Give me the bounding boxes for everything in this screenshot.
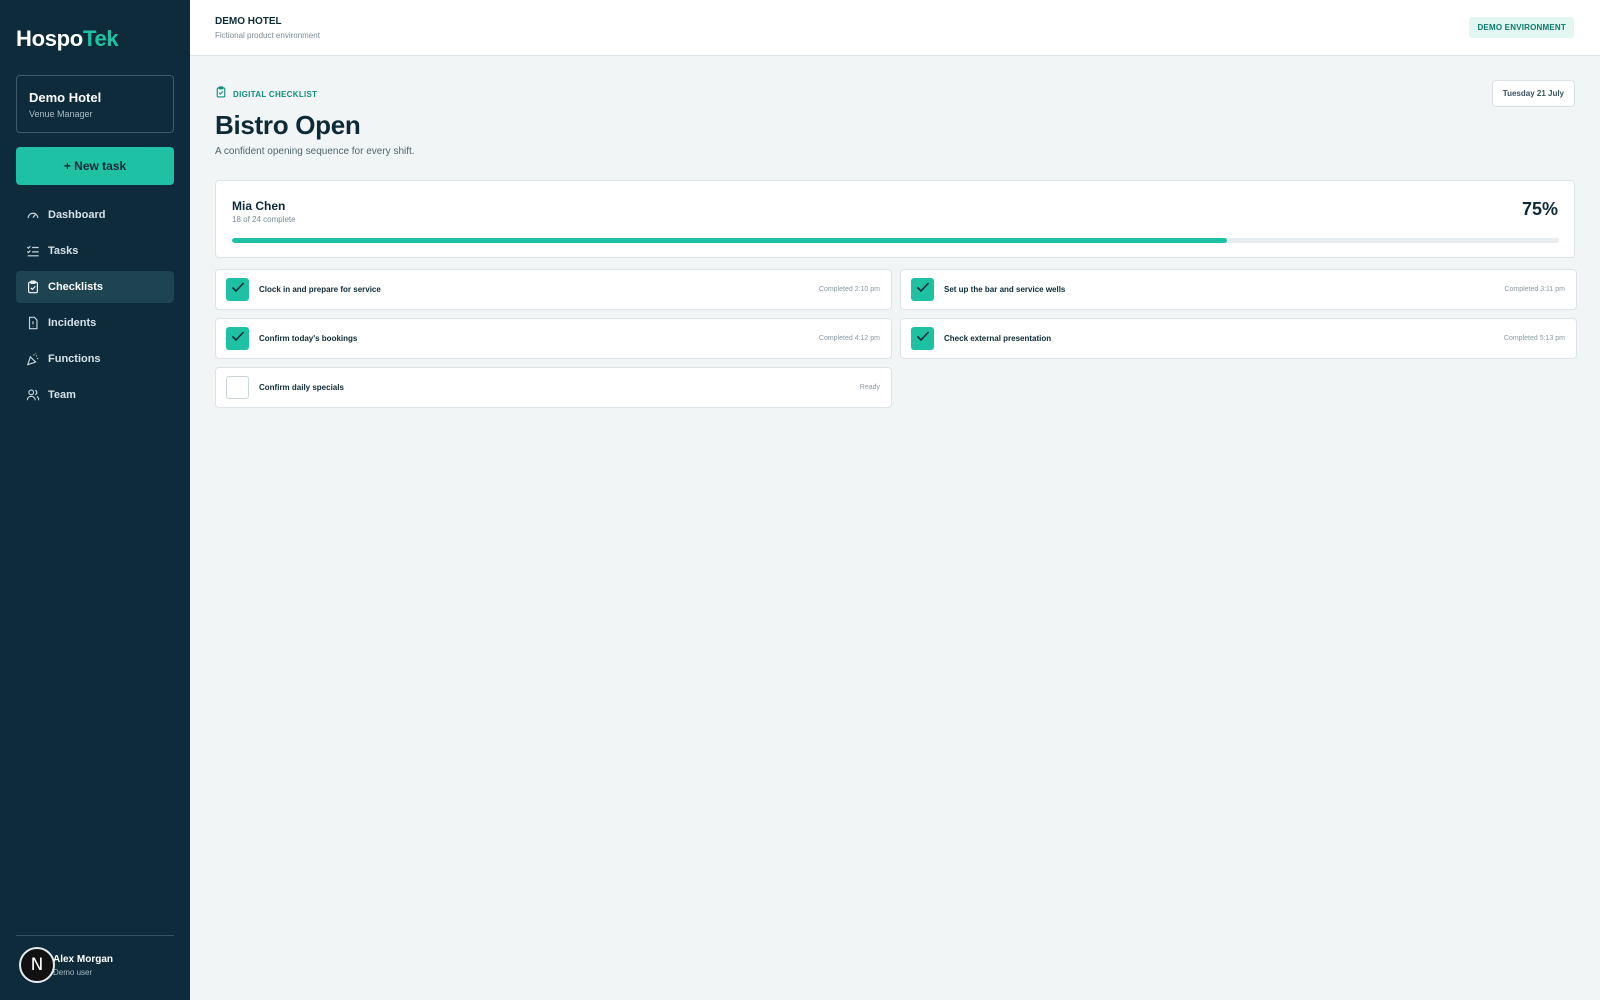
checklist-item-status: Completed 4:12 pm — [818, 335, 880, 342]
venue-role: Venue Manager — [29, 109, 93, 119]
clipboard-check-icon — [26, 280, 40, 294]
check-icon — [230, 328, 246, 349]
sidebar-nav: Dashboard Tasks Checklists Incidents Fun… — [16, 199, 174, 415]
checkbox-checked[interactable] — [911, 278, 934, 301]
checkbox-checked[interactable] — [226, 278, 249, 301]
date-selector[interactable]: Tuesday 21 July — [1491, 80, 1575, 107]
sidebar-item-label: Functions — [48, 353, 101, 365]
checklist-item-status: Completed 2:10 pm — [818, 286, 880, 293]
user-name: Alex Morgan — [53, 953, 114, 965]
checklist-items: Clock in and prepare for service Complete… — [215, 269, 1577, 408]
completion-count: 18 of 24 complete — [232, 215, 296, 224]
completion-percent: 75% — [1521, 199, 1558, 219]
checkbox-checked[interactable] — [226, 327, 249, 350]
checklist-item-status: Completed 3:11 pm — [1504, 286, 1565, 293]
sidebar-item-checklists[interactable]: Checklists — [16, 271, 174, 303]
check-icon — [230, 279, 246, 300]
progress-card: Mia Chen 18 of 24 complete 75% — [215, 180, 1575, 258]
avatar[interactable]: N — [19, 947, 55, 983]
checklist-item-status: Ready — [859, 384, 880, 391]
user-info: Alex Morgan Demo user — [53, 954, 113, 977]
sidebar: HospoTek Demo Hotel Venue Manager + New … — [0, 0, 190, 1000]
checklist-item-label: Confirm daily specials — [259, 383, 344, 392]
gauge-icon — [26, 208, 40, 222]
checklist-item-status: Completed 5:13 pm — [1503, 335, 1565, 342]
sidebar-item-label: Team — [48, 389, 76, 401]
checklist-item[interactable]: Check external presentation Completed 5:1… — [900, 318, 1577, 359]
party-popper-icon — [26, 352, 40, 366]
venue-switcher[interactable]: Demo Hotel Venue Manager — [16, 75, 174, 133]
venue-name: Demo Hotel — [29, 90, 102, 105]
progress-bar — [232, 238, 1559, 243]
sidebar-item-label: Checklists — [48, 281, 104, 293]
sidebar-item-tasks[interactable]: Tasks — [16, 235, 174, 267]
logo-text-accent: Tek — [82, 26, 119, 51]
top-bar: DEMO HOTEL Fictional product environment… — [190, 0, 1600, 56]
hotel-subtitle: Fictional product environment — [215, 31, 320, 40]
checklist-item-label: Clock in and prepare for service — [259, 285, 381, 294]
sidebar-item-label: Dashboard — [48, 209, 106, 221]
alert-file-icon — [26, 316, 40, 330]
sidebar-item-team[interactable]: Team — [16, 379, 174, 411]
page-subtitle: A confident opening sequence for every s… — [215, 146, 415, 157]
checkbox-unchecked[interactable] — [226, 376, 249, 399]
page-title: Bistro Open — [215, 110, 361, 140]
checklist-item-label: Confirm today's bookings — [259, 334, 358, 343]
users-icon — [26, 388, 40, 402]
user-role: Demo user — [53, 967, 93, 977]
checklist-item[interactable]: Confirm daily specials Ready — [215, 367, 892, 408]
clipboard-icon — [215, 85, 233, 103]
sidebar-item-functions[interactable]: Functions — [16, 343, 174, 375]
logo-text-primary: Hospo — [16, 26, 83, 51]
checkbox-checked[interactable] — [911, 327, 934, 350]
check-icon — [915, 279, 931, 300]
new-task-button[interactable]: + New task — [16, 147, 174, 185]
hotel-title: DEMO HOTEL — [215, 16, 282, 27]
checklist-item[interactable]: Confirm today's bookings Completed 4:12 p… — [215, 318, 892, 359]
section-eyebrow: DIGITAL CHECKLIST — [215, 85, 317, 103]
sidebar-divider — [16, 935, 174, 936]
check-icon — [915, 328, 931, 349]
assignee-name: Mia Chen — [232, 199, 286, 213]
progress-bar-fill — [232, 238, 1228, 243]
sidebar-item-label: Tasks — [48, 245, 79, 257]
environment-badge: DEMO ENVIRONMENT — [1469, 17, 1574, 38]
checklist-item[interactable]: Set up the bar and service wells Complete… — [900, 269, 1577, 310]
logo[interactable]: HospoTek — [16, 26, 119, 52]
task-list-icon — [26, 244, 40, 258]
sidebar-item-incidents[interactable]: Incidents — [16, 307, 174, 339]
checklist-item[interactable]: Clock in and prepare for service Complete… — [215, 269, 892, 310]
checklist-item-label: Check external presentation — [944, 334, 1052, 343]
user-profile[interactable]: N Alex Morgan Demo user — [16, 945, 174, 985]
sidebar-item-label: Incidents — [48, 317, 97, 329]
checklist-item-label: Set up the bar and service wells — [944, 285, 1066, 294]
sidebar-item-dashboard[interactable]: Dashboard — [16, 199, 174, 231]
eyebrow-label: DIGITAL CHECKLIST — [233, 89, 318, 99]
